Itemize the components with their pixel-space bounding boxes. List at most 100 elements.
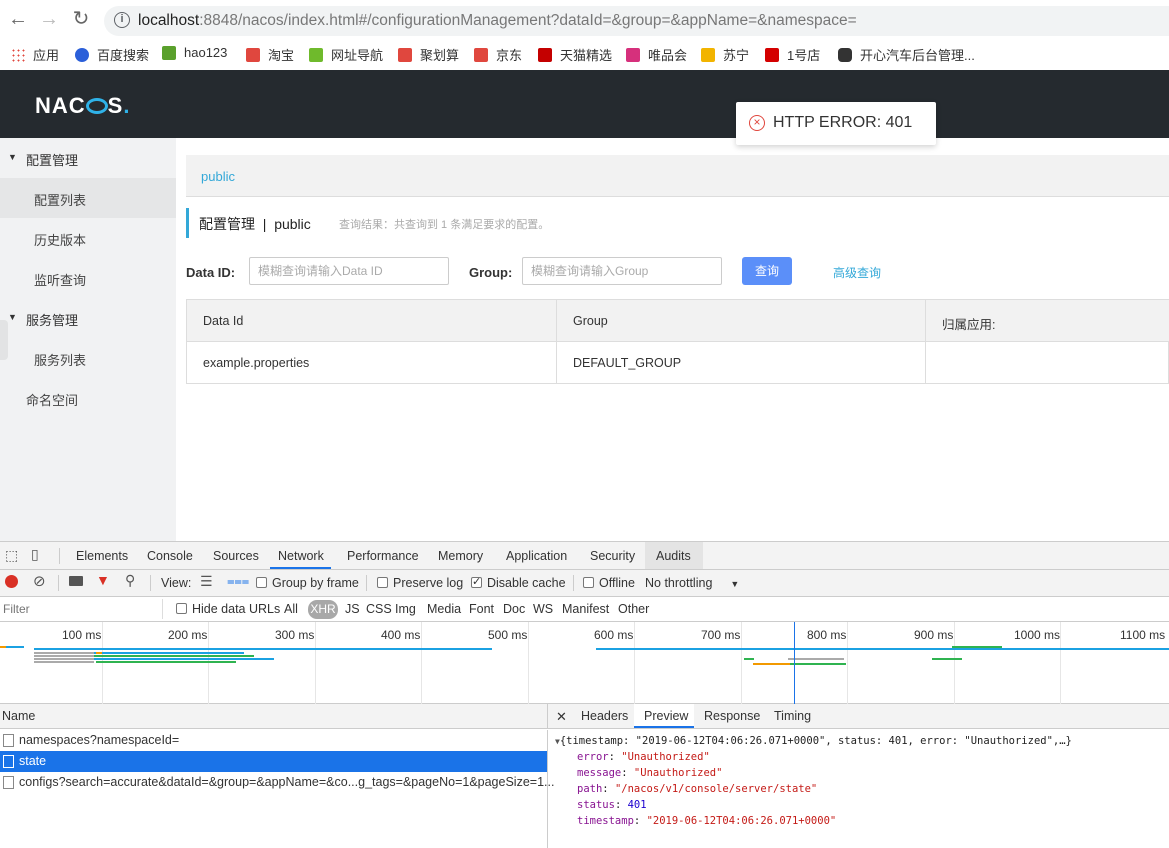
bookmark-kaixin[interactable]: 开心汽车后台管理... [838, 45, 975, 64]
network-overview-timeline[interactable]: 100 ms 200 ms 300 ms 400 ms 500 ms 600 m… [0, 622, 1169, 704]
namespace-tab-public[interactable]: public [201, 169, 235, 184]
tab-memory[interactable]: Memory [438, 549, 483, 563]
bookmark-label: 淘宝 [268, 48, 295, 63]
search-icon[interactable]: ⚲ [125, 572, 135, 589]
main-content: public 配置管理 | public 查询结果：共查询到 1 条满足要求的配… [176, 138, 1169, 541]
close-icon[interactable]: ✕ [556, 709, 567, 725]
group-input[interactable] [523, 258, 721, 284]
tab-timing[interactable]: Timing [774, 709, 811, 723]
nacos-logo[interactable]: NAC S. [35, 93, 130, 119]
throttling-select[interactable]: No throttling ▼ [645, 576, 739, 590]
tab-elements[interactable]: Elements [76, 549, 128, 563]
back-arrow-icon[interactable]: ← [7, 8, 29, 30]
column-header-name[interactable]: Name [2, 709, 35, 723]
reload-icon[interactable]: ↻ [70, 8, 92, 30]
filter-type-ws[interactable]: WS [533, 602, 553, 616]
filter-input-box[interactable] [0, 599, 163, 619]
tab-console[interactable]: Console [147, 549, 193, 563]
bookmark-yhd[interactable]: 1号店 [765, 45, 820, 64]
bookmark-juhuasuan[interactable]: 聚划算 [398, 45, 459, 64]
sidebar-group-service[interactable]: ▼ 服务管理 [0, 298, 176, 338]
filter-type-img[interactable]: Img [395, 602, 416, 616]
json-root-row[interactable]: ▼{timestamp: "2019-06-12T04:06:26.071+00… [555, 735, 1072, 747]
request-row-namespaces[interactable]: namespaces?namespaceId= [0, 730, 548, 751]
bookmark-baidu[interactable]: 百度搜索 [75, 45, 149, 64]
column-header-data-id[interactable]: Data Id [203, 314, 243, 328]
bookmark-tmall[interactable]: 天猫精选 [538, 45, 612, 64]
filter-type-js[interactable]: JS [345, 602, 360, 616]
offline-toggle[interactable]: Offline [583, 576, 635, 590]
filter-type-manifest[interactable]: Manifest [562, 602, 609, 616]
grid-line [528, 622, 529, 704]
disable-cache-toggle[interactable]: Disable cache [471, 575, 566, 590]
screenshot-camera-icon[interactable] [69, 576, 83, 586]
bookmark-taobao[interactable]: 淘宝 [246, 45, 294, 64]
column-header-app[interactable]: 归属应用: [942, 314, 995, 333]
sidebar-item-service-list[interactable]: 服务列表 [0, 338, 176, 378]
filter-type-other[interactable]: Other [618, 602, 649, 616]
sidebar-item-history[interactable]: 历史版本 [0, 218, 176, 258]
filter-type-css[interactable]: CSS [366, 602, 392, 616]
filter-type-all[interactable]: All [284, 602, 298, 616]
bookmark-jd[interactable]: 京东 [474, 45, 522, 64]
column-header-group[interactable]: Group [573, 314, 608, 328]
large-rows-icon[interactable]: ☰ [200, 573, 213, 590]
filter-type-doc[interactable]: Doc [503, 602, 525, 616]
group-by-frame-toggle[interactable]: Group by frame [256, 576, 359, 590]
preserve-log-toggle[interactable]: Preserve log [377, 576, 463, 590]
request-row-state[interactable]: state [0, 751, 548, 772]
omnibox[interactable]: i localhost:8848/nacos/index.html#/confi… [104, 6, 1169, 36]
sidebar-group-config[interactable]: ▼ 配置管理 [0, 138, 176, 178]
tab-preview[interactable]: Preview [644, 709, 688, 723]
data-id-input-box[interactable] [249, 257, 449, 285]
sidebar-item-namespace[interactable]: 命名空间 [0, 378, 176, 418]
url-text[interactable]: localhost:8848/nacos/index.html#/configu… [138, 12, 857, 30]
tab-sources[interactable]: Sources [213, 549, 259, 563]
bookmark-label: 天猫精选 [560, 48, 613, 63]
waterfall-overview-icon[interactable]: ⩶ [227, 573, 249, 589]
sidebar-item-config-list[interactable]: 配置列表 [0, 178, 176, 218]
filter-type-font[interactable]: Font [469, 602, 494, 616]
table-cell-data-id[interactable]: example.properties [203, 356, 309, 370]
filter-input[interactable] [0, 599, 162, 619]
device-toolbar-icon[interactable]: ▯ [31, 546, 39, 563]
timeline-tick: 600 ms [594, 628, 634, 642]
tab-security[interactable]: Security [590, 549, 635, 563]
tab-network[interactable]: Network [278, 549, 324, 563]
record-icon[interactable] [5, 575, 18, 588]
checkbox[interactable] [377, 577, 388, 588]
bookmark-suning[interactable]: 苏宁 [701, 45, 749, 64]
clear-icon[interactable]: ⊘ [33, 572, 46, 590]
hide-data-urls-toggle[interactable]: Hide data URLs [176, 602, 280, 616]
request-row-configs[interactable]: configs?search=accurate&dataId=&group=&a… [0, 772, 554, 793]
checkbox[interactable] [176, 603, 187, 614]
tab-performance[interactable]: Performance [347, 549, 419, 563]
group-input-box[interactable] [522, 257, 722, 285]
sidebar-collapse-handle[interactable] [0, 320, 8, 360]
checkbox[interactable] [256, 577, 267, 588]
checkbox-checked[interactable] [471, 575, 482, 588]
data-id-input[interactable] [250, 258, 448, 284]
active-tab-indicator [270, 567, 331, 569]
waterfall-bar [34, 652, 94, 654]
tab-headers[interactable]: Headers [581, 709, 628, 723]
advanced-query-link[interactable]: 高级查询 [833, 264, 881, 281]
filter-funnel-icon[interactable]: ▼ [96, 572, 110, 588]
filter-type-media[interactable]: Media [427, 602, 461, 616]
site-info-icon[interactable]: i [114, 12, 130, 28]
bookmark-daohang[interactable]: 网址导航 [309, 45, 383, 64]
checkbox[interactable] [583, 577, 594, 588]
sidebar-item-listener-query[interactable]: 监听查询 [0, 258, 176, 298]
query-button[interactable]: 查询 [742, 257, 792, 285]
inspect-element-icon[interactable]: ⬚ [5, 547, 18, 564]
tab-audits[interactable]: Audits [656, 549, 691, 563]
bookmark-vip[interactable]: 唯品会 [626, 45, 687, 64]
vip-icon [626, 47, 640, 62]
tab-application[interactable]: Application [506, 549, 567, 563]
bookmark-apps[interactable]: 应用 [11, 45, 59, 64]
forward-arrow-icon[interactable]: → [38, 8, 60, 30]
bookmark-label: 百度搜索 [97, 48, 150, 63]
bookmark-hao123[interactable]: hao123 [162, 45, 227, 60]
filter-type-xhr[interactable]: XHR [308, 600, 338, 619]
tab-response[interactable]: Response [704, 709, 760, 723]
